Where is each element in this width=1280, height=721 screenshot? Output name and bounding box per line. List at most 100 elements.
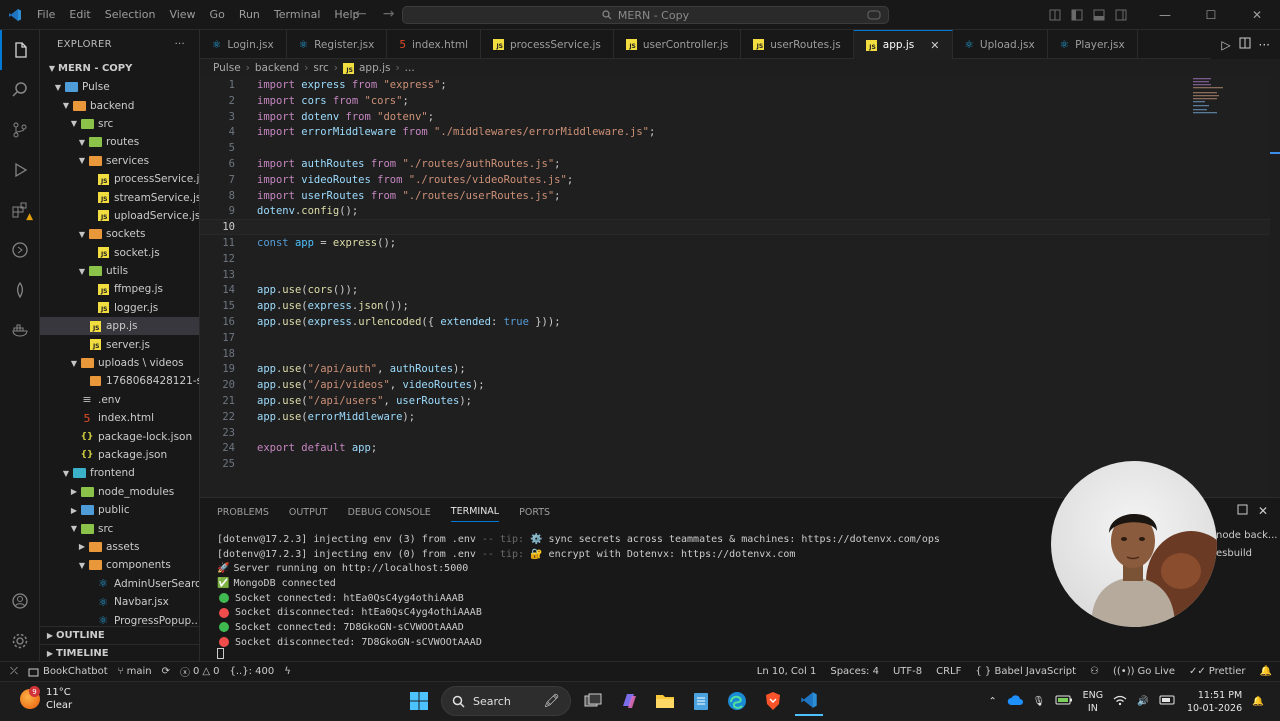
tab-terminal[interactable]: TERMINAL [450, 502, 500, 522]
notepad-icon[interactable] [687, 686, 715, 716]
cursor-position[interactable]: Ln 10, Col 1 [757, 666, 817, 677]
problems-status[interactable]: ⓧ 0 △ 0 [180, 664, 219, 679]
terminal-instance-esbuild[interactable]: esbuild [1216, 548, 1277, 566]
terminal-output[interactable]: [dotenv@17.2.3] injecting env (3) from .… [217, 532, 940, 650]
search-icon[interactable] [0, 70, 40, 110]
folder-item[interactable]: ▼ sockets [40, 225, 199, 243]
brave-browser-icon[interactable] [759, 686, 787, 716]
task-view-icon[interactable] [579, 686, 607, 716]
split-editor-icon[interactable] [1239, 37, 1251, 52]
menu-edit[interactable]: Edit [62, 0, 97, 30]
file-item[interactable]: {} package.json [40, 446, 199, 464]
menu-file[interactable]: File [30, 0, 62, 30]
file-item[interactable]: JS processService.js [40, 170, 199, 188]
project-status[interactable]: BookChatbot [28, 666, 108, 677]
go-live-button[interactable]: ((•)) Go Live [1113, 666, 1175, 677]
battery-icon[interactable] [1055, 695, 1073, 708]
file-item[interactable]: {} package-lock.json [40, 427, 199, 445]
menu-selection[interactable]: Selection [98, 0, 163, 30]
minimap[interactable] [1193, 77, 1233, 117]
language-mode[interactable]: { } Babel JavaScript [975, 666, 1076, 677]
close-panel-icon[interactable]: ✕ [1258, 504, 1268, 518]
docker-icon[interactable] [0, 310, 40, 350]
start-windows-icon[interactable] [405, 686, 433, 716]
language-indicator[interactable]: ENG IN [1083, 689, 1103, 715]
remote-indicator-icon[interactable]: ⤫ [10, 666, 18, 677]
microphone-icon[interactable]: 🎙 [1033, 696, 1045, 707]
edge-browser-icon[interactable] [723, 686, 751, 716]
file-item[interactable]: JS streamService.js [40, 188, 199, 206]
tab-output[interactable]: OUTPUT [289, 502, 328, 522]
back-arrow-icon[interactable]: ← [355, 6, 367, 22]
notification-center-icon[interactable]: 🔔 [1252, 696, 1264, 707]
file-item[interactable]: 1768068428121-s... [40, 372, 199, 390]
file-item[interactable]: JS logger.js [40, 299, 199, 317]
editor-tab[interactable]: ⚛ Player.jsx [1048, 30, 1138, 59]
encoding[interactable]: UTF-8 [893, 666, 922, 677]
ports-status[interactable]: {..}: 400 [230, 666, 275, 677]
onedrive-cloud-icon[interactable] [1007, 694, 1023, 709]
menu-go[interactable]: Go [203, 0, 232, 30]
tab-problems[interactable]: PROBLEMS [217, 502, 269, 522]
folder-item[interactable]: ▼ src [40, 115, 199, 133]
sync-icon[interactable]: ⟳ [162, 666, 170, 677]
breadcrumb-item[interactable]: backend [255, 62, 299, 74]
toggle-secondary-sidebar-icon[interactable] [1110, 0, 1132, 30]
battery-status-icon[interactable] [1159, 695, 1177, 708]
editor-tab[interactable]: ⚛ Login.jsx [200, 30, 287, 59]
weather-widget[interactable]: 9 11°C Clear [20, 686, 72, 712]
wifi-icon[interactable] [1113, 695, 1127, 709]
toggle-sidebar-icon[interactable] [1066, 0, 1088, 30]
chevron-up-icon[interactable]: ⌃ [989, 696, 997, 707]
file-item[interactable]: ≡ .env [40, 391, 199, 409]
code-editor[interactable]: 1 import express from "express"; 2 import … [200, 77, 1270, 497]
folder-item[interactable]: ▼ routes [40, 133, 199, 151]
folder-item[interactable]: ▶ public [40, 501, 199, 519]
run-debug-icon[interactable] [0, 150, 40, 190]
git-branch[interactable]: ⑂ main [118, 666, 152, 677]
run-icon[interactable]: ▷ [1221, 38, 1230, 52]
editor-tab[interactable]: JS userController.js [614, 30, 742, 59]
settings-gear-icon[interactable] [0, 621, 40, 661]
editor-tab[interactable]: 5 index.html [387, 30, 481, 59]
folder-item[interactable]: ▼ frontend [40, 464, 199, 482]
forward-arrow-icon[interactable]: → [383, 6, 395, 22]
terminal-instance-node[interactable]: node back... [1216, 530, 1277, 548]
editor-tab[interactable]: ⚛ Upload.jsx [953, 30, 1048, 59]
prettier-status[interactable]: ✓✓ Prettier [1189, 666, 1246, 677]
maximize-icon[interactable]: ☐ [1188, 0, 1234, 30]
folder-item[interactable]: ▼ src [40, 519, 199, 537]
breadcrumb-item[interactable]: src [313, 62, 328, 74]
folder-item[interactable]: ▼ backend [40, 96, 199, 114]
file-item[interactable]: JS socket.js [40, 244, 199, 262]
file-item[interactable]: JS ffmpeg.js [40, 280, 199, 298]
account-icon[interactable] [0, 581, 40, 621]
copilot-app-icon[interactable] [615, 686, 643, 716]
folder-item[interactable]: ▼ uploads \ videos [40, 354, 199, 372]
system-clock[interactable]: 11:51 PM 10-01-2026 [1187, 689, 1242, 715]
close-window-icon[interactable]: ✕ [1234, 0, 1280, 30]
tab-ports[interactable]: PORTS [519, 502, 550, 522]
more-actions-icon[interactable]: ··· [175, 39, 185, 50]
folder-item[interactable]: ▶ assets [40, 538, 199, 556]
close-tab-icon[interactable]: ✕ [930, 39, 939, 52]
editor-tab[interactable]: JS app.js ✕ [853, 30, 953, 59]
outline-section[interactable]: ▶ OUTLINE [40, 626, 199, 644]
toggle-panel-icon[interactable] [1088, 0, 1110, 30]
timeline-section[interactable]: ▶ TIMELINE [40, 644, 199, 661]
minimize-icon[interactable]: — [1142, 0, 1188, 30]
file-item[interactable]: JS app.js [40, 317, 199, 336]
copilot-icon[interactable] [854, 0, 894, 30]
vscode-taskbar-icon[interactable] [795, 686, 823, 716]
remote-explorer-icon[interactable] [0, 230, 40, 270]
command-center-search[interactable]: MERN - Copy [402, 6, 889, 24]
line-ending[interactable]: CRLF [936, 666, 961, 677]
menu-terminal[interactable]: Terminal [267, 0, 328, 30]
tab-debug-console[interactable]: DEBUG CONSOLE [348, 502, 431, 522]
customize-layout-icon[interactable] [1044, 0, 1066, 30]
breadcrumb-item[interactable]: app.js [359, 62, 391, 74]
folder-item[interactable]: ▼ components [40, 556, 199, 574]
notifications-icon[interactable]: 🔔 [1260, 666, 1272, 677]
more-actions-icon[interactable]: ··· [1259, 38, 1270, 52]
breadcrumb-item[interactable]: Pulse [213, 62, 241, 74]
